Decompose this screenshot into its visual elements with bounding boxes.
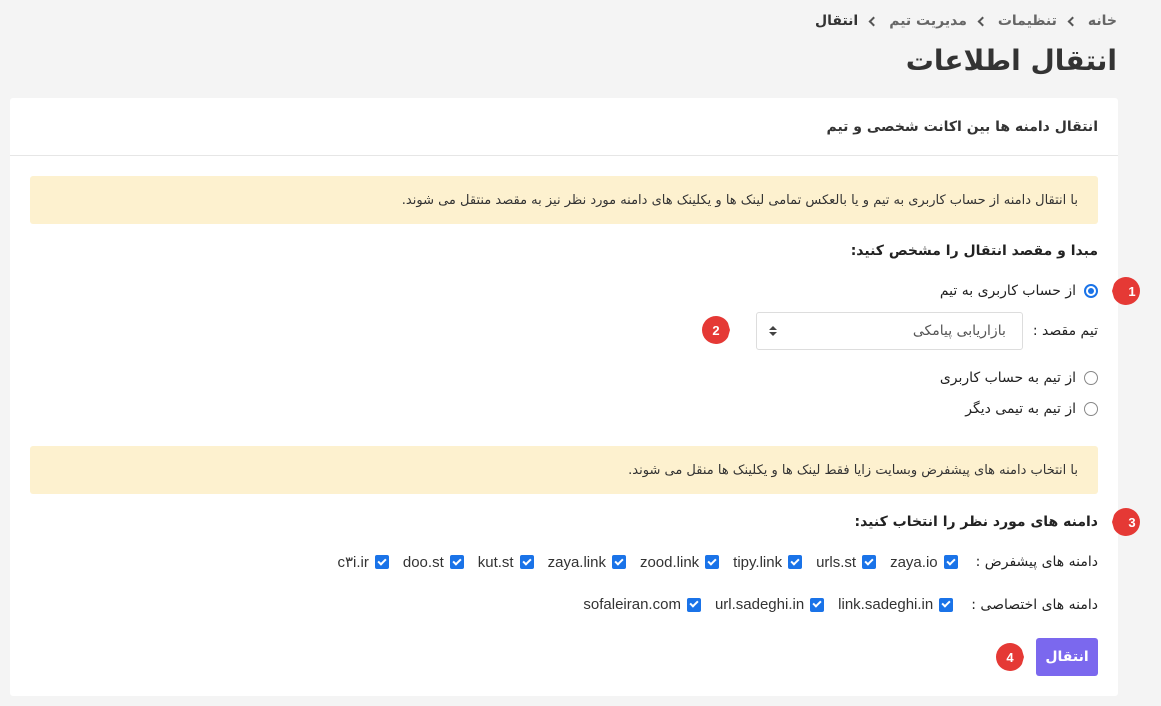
radio-label: از حساب کاربری به تیم xyxy=(939,283,1076,299)
default-domains-row: دامنه های پیشفرض : zaya.io urls.st tipy.… xyxy=(337,553,1098,572)
transfer-card: انتقال دامنه ها بین اکانت شخصی و تیم با … xyxy=(10,98,1118,696)
radio-label: از تیم به تیمی دیگر xyxy=(965,401,1076,417)
card-header: انتقال دامنه ها بین اکانت شخصی و تیم xyxy=(10,98,1118,156)
info-alert-default-domains: با انتخاب دامنه های پیشفرض وبسایت زایا ف… xyxy=(30,446,1098,494)
page-title: انتقال اطلاعات xyxy=(905,44,1117,77)
checkbox-checked-icon[interactable] xyxy=(810,597,825,612)
breadcrumb-team-management[interactable]: مدیریت تیم xyxy=(889,13,967,29)
domain-checkbox-item[interactable]: urls.st xyxy=(816,554,877,571)
checkbox-checked-icon[interactable] xyxy=(519,555,534,569)
domain-checkbox-item[interactable]: sofaleiran.com xyxy=(583,596,701,613)
domain-checkbox-item[interactable]: doo.st xyxy=(403,554,464,571)
domain-checkbox-item[interactable]: zaya.io xyxy=(890,554,958,571)
breadcrumb-settings[interactable]: تنظیمات xyxy=(998,13,1057,29)
target-team-row: تیم مقصد : بازاریابی پیامکی xyxy=(755,312,1098,350)
checkbox-checked-icon[interactable] xyxy=(686,597,701,612)
step-marker-4: 4 xyxy=(990,643,1024,671)
radio-team-to-team[interactable]: از تیم به تیمی دیگر xyxy=(965,401,1098,417)
checkbox-checked-icon[interactable] xyxy=(705,555,720,569)
chevron-left-icon xyxy=(977,16,988,26)
radio-input[interactable] xyxy=(1084,371,1098,385)
domain-checkbox-item[interactable]: kut.st xyxy=(478,554,534,571)
source-destination-label: مبدا و مقصد انتقال را مشخص کنید: xyxy=(850,243,1098,259)
checkbox-checked-icon[interactable] xyxy=(862,555,877,569)
domains-label: دامنه های مورد نظر را انتخاب کنید: xyxy=(854,514,1099,530)
checkbox-checked-icon[interactable] xyxy=(611,555,626,569)
breadcrumb-home[interactable]: خانه xyxy=(1088,13,1117,29)
checkbox-checked-icon[interactable] xyxy=(374,555,389,569)
custom-domains-label: دامنه های اختصاصی : xyxy=(971,596,1098,613)
domain-checkbox-item[interactable]: url.sadeghi.in xyxy=(715,596,825,613)
step-marker-1: 1 xyxy=(1112,277,1146,305)
custom-domains-row: دامنه های اختصاصی : link.sadeghi.in url.… xyxy=(583,596,1098,613)
checkbox-checked-icon[interactable] xyxy=(939,597,954,612)
sort-arrows-icon xyxy=(768,326,777,336)
step-marker-3: 3 xyxy=(1112,508,1146,536)
target-team-select[interactable]: بازاریابی پیامکی xyxy=(755,312,1023,350)
checkbox-checked-icon[interactable] xyxy=(449,555,464,569)
step-marker-2: 2 xyxy=(696,316,730,344)
domain-checkbox-item[interactable]: link.sadeghi.in xyxy=(838,596,954,613)
domain-checkbox-item[interactable]: zood.link xyxy=(640,554,720,571)
domain-checkbox-item[interactable]: zaya.link xyxy=(548,554,626,571)
radio-label: از تیم به حساب کاربری xyxy=(939,370,1076,386)
transfer-submit-button[interactable]: انتقال xyxy=(1036,638,1098,676)
radio-user-to-team[interactable]: از حساب کاربری به تیم xyxy=(940,283,1098,299)
radio-team-to-user[interactable]: از تیم به حساب کاربری xyxy=(940,370,1098,386)
radio-input[interactable] xyxy=(1084,402,1098,416)
breadcrumb-current: انتقال xyxy=(814,13,859,29)
target-team-value: بازاریابی پیامکی xyxy=(912,323,1006,339)
checkbox-checked-icon[interactable] xyxy=(943,555,958,569)
radio-input[interactable] xyxy=(1084,284,1098,298)
checkbox-checked-icon[interactable] xyxy=(788,555,803,569)
target-team-label: تیم مقصد : xyxy=(1032,323,1098,339)
domain-checkbox-item[interactable]: tipy.link xyxy=(733,554,803,571)
chevron-left-icon xyxy=(868,16,879,26)
default-domains-label: دامنه های پیشفرض : xyxy=(975,554,1098,570)
info-alert-transfer: با انتقال دامنه از حساب کاربری به تیم و … xyxy=(30,176,1098,224)
domain-checkbox-item[interactable]: c۳i.ir xyxy=(337,553,389,571)
breadcrumb: خانه تنظیمات مدیریت تیم انتقال xyxy=(815,10,1117,32)
chevron-left-icon xyxy=(1067,16,1078,26)
